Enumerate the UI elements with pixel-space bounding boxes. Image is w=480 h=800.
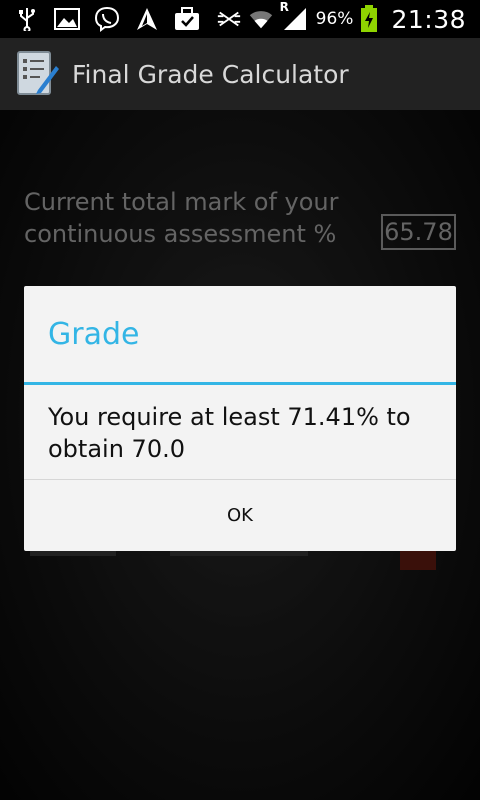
dialog-message: You require at least 71.41% to obtain 70…: [48, 403, 411, 463]
usb-icon: [14, 6, 40, 32]
mute-icon: [216, 6, 242, 32]
dialog-title: Grade: [48, 316, 140, 352]
status-bar: R 96% 21:38: [0, 0, 480, 38]
viber-icon: [94, 6, 120, 32]
app-title: Final Grade Calculator: [72, 59, 349, 89]
wifi-icon: [248, 6, 274, 32]
signal-icon: R: [280, 0, 310, 32]
notification-icons: [0, 0, 200, 38]
battery-icon: [359, 5, 379, 32]
system-icons: R 96% 21:38: [216, 0, 480, 38]
ok-button[interactable]: OK: [24, 480, 456, 551]
image-icon: [54, 6, 80, 32]
grade-dialog: Grade You require at least 71.41% to obt…: [24, 286, 456, 551]
battery-percent: 96%: [315, 9, 354, 29]
app-icon[interactable]: [16, 50, 60, 98]
clock: 21:38: [391, 4, 466, 34]
action-bar: Final Grade Calculator: [0, 38, 480, 110]
navigation-icon: [134, 6, 160, 32]
briefcase-icon: [174, 6, 200, 32]
roaming-mark: R: [279, 0, 289, 14]
